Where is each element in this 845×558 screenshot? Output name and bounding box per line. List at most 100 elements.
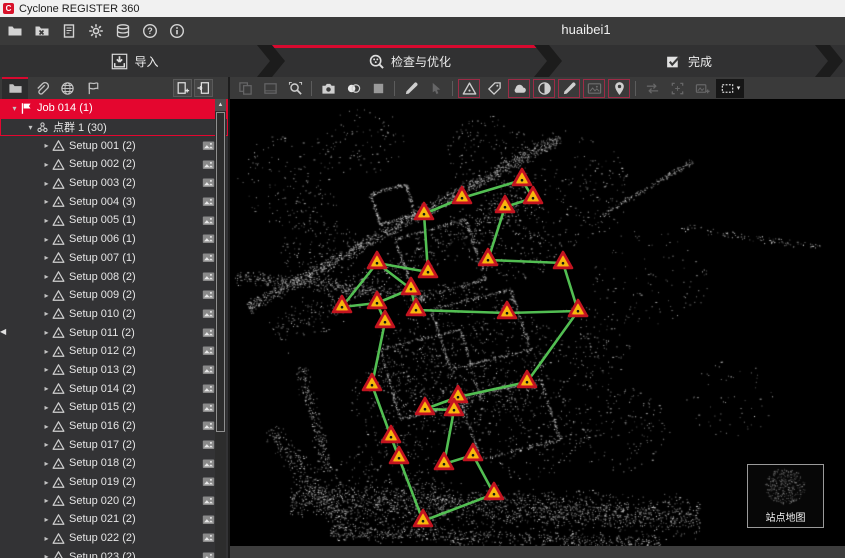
pane-layout-button[interactable]	[259, 79, 281, 98]
caret-right-icon[interactable]: ▸	[41, 272, 52, 281]
setup-image-thumb[interactable]	[202, 363, 215, 376]
caret-right-icon[interactable]: ▸	[41, 179, 52, 188]
setup-marker[interactable]	[513, 169, 531, 185]
tree-item-setup[interactable]: ▸Setup 007 (1)	[0, 249, 228, 268]
setup-image-thumb[interactable]	[202, 457, 215, 470]
caret-right-icon[interactable]: ▸	[41, 422, 52, 431]
tree-item-bundle[interactable]: ▾点群 1 (30)	[0, 118, 228, 137]
caret-right-icon[interactable]: ▸	[41, 235, 52, 244]
setup-marker[interactable]	[485, 483, 503, 499]
caret-right-icon[interactable]: ▸	[41, 291, 52, 300]
setup-image-thumb[interactable]	[202, 139, 215, 152]
pick-tool-button[interactable]	[425, 79, 447, 98]
caret-right-icon[interactable]: ▸	[41, 384, 52, 393]
measure-button[interactable]	[400, 79, 422, 98]
copy-view-button[interactable]	[234, 79, 256, 98]
caret-right-icon[interactable]: ▸	[41, 403, 52, 412]
tree-item-setup[interactable]: ▸Setup 015 (2)	[0, 398, 228, 417]
setup-image-thumb[interactable]	[202, 158, 215, 171]
tree-item-setup[interactable]: ▸Setup 001 (2)	[0, 136, 228, 155]
point-cloud-viewport[interactable]: 站点地图	[230, 99, 845, 546]
workflow-step-import[interactable]: 导入	[0, 45, 270, 77]
color-mode-button[interactable]	[342, 79, 364, 98]
tree-item-setup[interactable]: ▸Setup 019 (2)	[0, 473, 228, 492]
show-setups-button[interactable]	[458, 79, 480, 98]
caret-right-icon[interactable]: ▸	[41, 534, 52, 543]
setup-marker[interactable]	[368, 252, 386, 268]
show-limit-sphere-button[interactable]	[533, 79, 555, 98]
about-button[interactable]	[166, 20, 188, 42]
setup-marker[interactable]	[479, 249, 497, 265]
caret-right-icon[interactable]: ▸	[41, 365, 52, 374]
zoom-selection-button[interactable]	[284, 79, 306, 98]
help-button[interactable]: ?	[139, 20, 161, 42]
tree-item-setup[interactable]: ▸Setup 023 (2)	[0, 548, 228, 558]
caret-right-icon[interactable]: ▸	[41, 216, 52, 225]
storage-button[interactable]	[112, 20, 134, 42]
tree-item-setup[interactable]: ▸Setup 011 (2)	[0, 323, 228, 342]
setup-marker[interactable]	[402, 278, 420, 294]
setup-image-thumb[interactable]	[202, 494, 215, 507]
fit-view-button[interactable]	[666, 79, 688, 98]
show-images-button[interactable]	[583, 79, 605, 98]
sitemap-minimap[interactable]: 站点地图	[747, 464, 824, 528]
swap-links-button[interactable]	[641, 79, 663, 98]
caret-right-icon[interactable]: ▸	[41, 478, 52, 487]
setup-image-thumb[interactable]	[202, 288, 215, 301]
sidebar-tab-geo[interactable]	[54, 77, 80, 99]
caret-right-icon[interactable]: ▸	[41, 552, 52, 558]
setup-marker[interactable]	[376, 311, 394, 327]
tree-item-setup[interactable]: ▸Setup 017 (2)	[0, 435, 228, 454]
add-image-button[interactable]	[691, 79, 713, 98]
caret-right-icon[interactable]: ▸	[41, 459, 52, 468]
setup-marker[interactable]	[464, 444, 482, 460]
scroll-thumb[interactable]	[216, 112, 225, 432]
tree-item-setup[interactable]: ▸Setup 004 (3)	[0, 192, 228, 211]
setup-image-thumb[interactable]	[202, 326, 215, 339]
tree-item-setup[interactable]: ▸Setup 002 (2)	[0, 155, 228, 174]
setup-marker[interactable]	[419, 261, 437, 277]
sidebar-collapse-handle[interactable]: ◀	[0, 324, 9, 340]
tree-item-setup[interactable]: ▸Setup 006 (1)	[0, 230, 228, 249]
tree-item-setup[interactable]: ▸Setup 014 (2)	[0, 379, 228, 398]
setup-image-thumb[interactable]	[202, 270, 215, 283]
snapshot-button[interactable]	[317, 79, 339, 98]
show-point-cloud-button[interactable]	[508, 79, 530, 98]
caret-right-icon[interactable]: ▸	[41, 253, 52, 262]
tree-item-setup[interactable]: ▸Setup 010 (2)	[0, 305, 228, 324]
setup-marker[interactable]	[498, 302, 516, 318]
sidebar-tab-project-explorer[interactable]	[2, 77, 28, 99]
caret-right-icon[interactable]: ▸	[41, 197, 52, 206]
setup-image-thumb[interactable]	[202, 195, 215, 208]
setup-marker[interactable]	[382, 426, 400, 442]
open-project-button[interactable]	[4, 20, 26, 42]
setup-image-thumb[interactable]	[202, 513, 215, 526]
setup-image-thumb[interactable]	[202, 232, 215, 245]
sidebar-tab-links[interactable]	[28, 77, 54, 99]
tree-item-setup[interactable]: ▸Setup 013 (2)	[0, 361, 228, 380]
setup-image-thumb[interactable]	[202, 438, 215, 451]
tree-item-job[interactable]: ▾Job 014 (1)	[0, 99, 228, 118]
tree-item-setup[interactable]: ▸Setup 008 (2)	[0, 267, 228, 286]
close-project-button[interactable]	[31, 20, 53, 42]
selection-mode-button[interactable]: ▾	[716, 79, 744, 98]
tree-item-setup[interactable]: ▸Setup 012 (2)	[0, 342, 228, 361]
caret-right-icon[interactable]: ▸	[41, 440, 52, 449]
setup-image-thumb[interactable]	[202, 475, 215, 488]
setup-image-thumb[interactable]	[202, 251, 215, 264]
caret-down-icon[interactable]: ▾	[9, 104, 20, 113]
solid-fill-button[interactable]	[367, 79, 389, 98]
sidebar-tab-marked[interactable]	[80, 77, 106, 99]
tree-item-setup[interactable]: ▸Setup 020 (2)	[0, 491, 228, 510]
caret-right-icon[interactable]: ▸	[41, 515, 52, 524]
show-geotags-button[interactable]	[608, 79, 630, 98]
setup-image-thumb[interactable]	[202, 176, 215, 189]
setup-marker[interactable]	[554, 252, 572, 268]
tree-item-setup[interactable]: ▸Setup 009 (2)	[0, 286, 228, 305]
setup-marker[interactable]	[449, 386, 467, 402]
caret-right-icon[interactable]: ▸	[41, 309, 52, 318]
tree-item-setup[interactable]: ▸Setup 022 (2)	[0, 529, 228, 548]
tree-scrollbar[interactable]: ▲	[215, 99, 226, 558]
setup-marker[interactable]	[363, 374, 381, 390]
setup-image-thumb[interactable]	[202, 382, 215, 395]
